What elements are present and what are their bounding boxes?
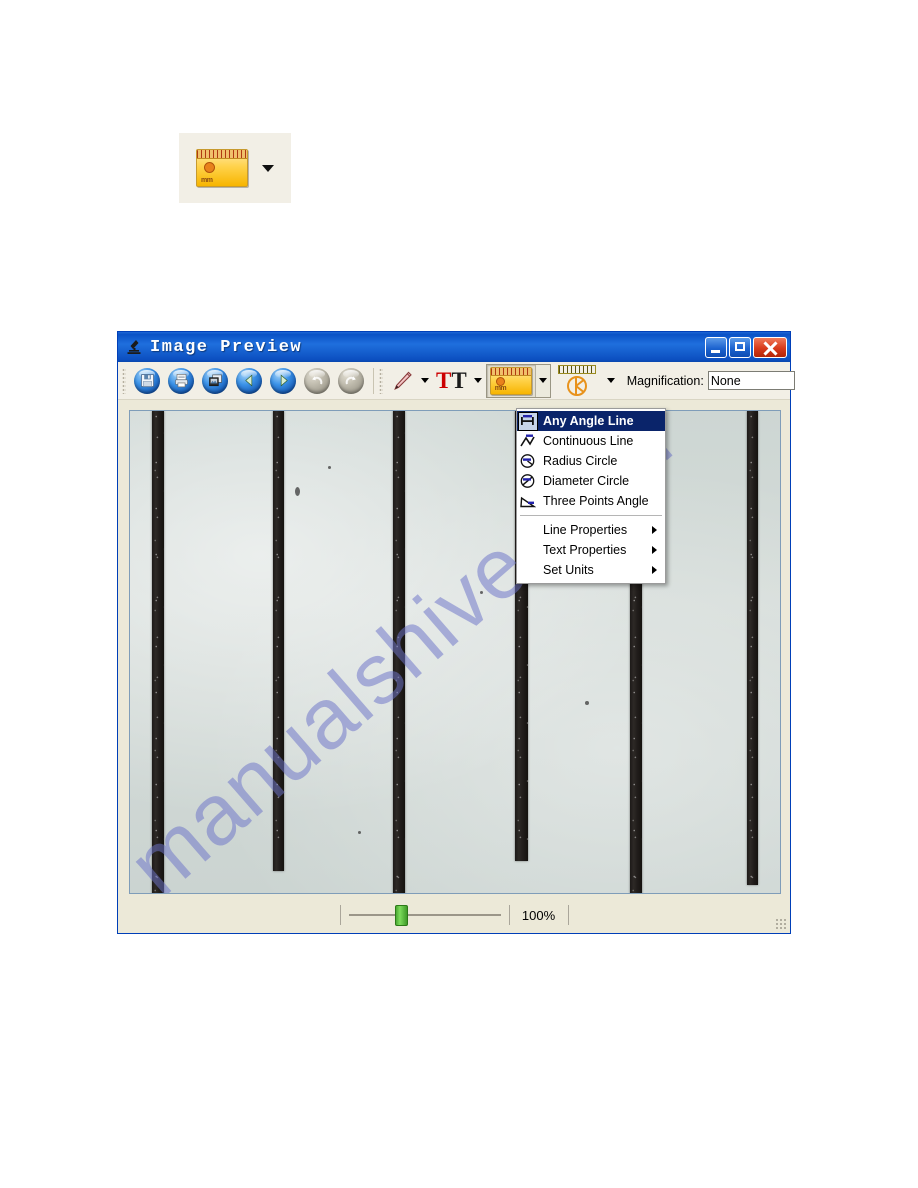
copy-button[interactable] xyxy=(199,366,231,396)
text-tool-button[interactable]: TT xyxy=(433,366,470,396)
menu-item-diameter-circle[interactable]: Diameter Circle xyxy=(517,471,665,491)
arrow-right-icon xyxy=(267,366,299,396)
menu-item-set-units[interactable]: Set Units xyxy=(517,560,665,580)
menu-item-label: Text Properties xyxy=(543,542,627,557)
toolbar: TT mm Magnification: None xyxy=(118,362,795,400)
menu-item-continuous-line[interactable]: Continuous Line xyxy=(517,431,665,451)
status-bar: 100% xyxy=(118,897,790,933)
print-button[interactable] xyxy=(165,366,197,396)
status-divider-mid xyxy=(508,905,510,925)
close-button[interactable] xyxy=(753,336,787,358)
photo-bar xyxy=(273,411,284,871)
window-controls xyxy=(705,336,787,358)
text-dropdown-arrow-icon[interactable] xyxy=(473,378,482,383)
menu-item-label: Three Points Angle xyxy=(543,493,649,508)
zoom-slider-track xyxy=(348,914,501,916)
menu-item-label: Radius Circle xyxy=(543,453,618,468)
arrow-left-icon xyxy=(233,366,265,396)
copy-image-icon xyxy=(199,366,231,396)
zoom-slider[interactable] xyxy=(348,904,501,926)
chevron-down-icon[interactable] xyxy=(262,164,274,172)
menu-item-three-points-angle[interactable]: Three Points Angle xyxy=(517,491,665,511)
menu-item-any-angle-line[interactable]: Any Angle Line xyxy=(517,411,665,431)
ruler-measure-icon: mm xyxy=(489,366,532,395)
printer-icon xyxy=(165,366,197,396)
maximize-button[interactable] xyxy=(729,336,751,358)
submenu-arrow-icon xyxy=(652,526,657,534)
three-points-angle-icon xyxy=(519,493,537,510)
photo-speck xyxy=(480,591,483,594)
pencil-dropdown-arrow-icon[interactable] xyxy=(421,378,429,383)
zoom-level-label: 100% xyxy=(521,907,556,923)
radius-circle-icon xyxy=(519,453,537,470)
resize-grip[interactable] xyxy=(775,918,787,930)
photo-speck xyxy=(585,701,589,705)
menu-item-label: Diameter Circle xyxy=(543,473,630,488)
floppy-disk-icon xyxy=(131,366,163,396)
magnification-input[interactable] xyxy=(707,371,795,390)
measure-dropdown-arrow[interactable] xyxy=(534,364,550,397)
pencil-tool-button[interactable] xyxy=(387,366,417,396)
save-button[interactable] xyxy=(131,366,163,396)
image-preview-window: Image Preview TT mm Magnification: None … xyxy=(117,331,795,934)
submenu-arrow-icon xyxy=(652,546,657,554)
toolbar-grip-2[interactable] xyxy=(379,367,383,394)
calibration-dropdown-arrow-icon[interactable] xyxy=(606,378,615,383)
toolbar-separator xyxy=(373,367,374,394)
minimize-icon xyxy=(711,349,720,353)
photo-bar xyxy=(747,411,758,885)
status-divider-right xyxy=(567,905,569,925)
pencil-icon xyxy=(390,369,414,393)
measurement-dropdown-menu[interactable]: Any Angle Line Continuous Line Radius Circ… xyxy=(516,408,666,584)
redo-button xyxy=(335,366,367,396)
ruler-center-dot-icon xyxy=(204,162,215,173)
submenu-arrow-icon xyxy=(652,566,657,574)
menu-item-radius-circle[interactable]: Radius Circle xyxy=(517,451,665,471)
ruler-ticks-icon xyxy=(197,150,247,159)
photo-speck xyxy=(295,487,300,496)
maximize-icon xyxy=(735,341,745,351)
undo-button xyxy=(301,366,333,396)
next-button[interactable] xyxy=(267,366,299,396)
image-canvas[interactable]: manualshive.com xyxy=(129,410,781,894)
title-bar: Image Preview xyxy=(118,332,790,362)
photo-bar xyxy=(152,411,164,893)
menu-items-group: Any Angle Line Continuous Line Radius Circ… xyxy=(517,411,665,511)
measure-tool-button[interactable]: mm xyxy=(487,366,535,396)
photo-speck xyxy=(358,831,361,834)
measurement-tool-widget: mm xyxy=(179,133,291,203)
tt-icon: TT xyxy=(436,368,467,393)
photo-bar xyxy=(393,411,405,893)
toolbar-grip[interactable] xyxy=(122,367,126,394)
redo-arrow-icon xyxy=(335,366,367,396)
window-title: Image Preview xyxy=(150,337,303,357)
menu-item-label: Line Properties xyxy=(543,522,628,537)
menu-item-label: Set Units xyxy=(543,562,594,577)
minimize-button[interactable] xyxy=(705,336,727,358)
previous-button[interactable] xyxy=(233,366,265,396)
ruler-unit-label-small: mm xyxy=(494,384,507,392)
menu-properties-group: Line Properties Text Properties Set Units xyxy=(517,520,665,580)
menu-item-text-properties[interactable]: Text Properties xyxy=(517,540,665,560)
preview-photo: manualshive.com xyxy=(130,411,780,893)
magnification-label: Magnification: xyxy=(626,373,704,388)
diameter-circle-icon xyxy=(519,473,537,490)
measurement-tool-button[interactable]: mm xyxy=(196,149,248,187)
ruler-k-icon xyxy=(554,364,600,398)
chevron-down-icon-2 xyxy=(538,378,547,383)
photo-speck xyxy=(328,466,331,469)
continuous-line-icon xyxy=(519,433,537,450)
status-divider-left xyxy=(339,905,341,925)
undo-arrow-icon xyxy=(301,366,333,396)
zoom-slider-thumb[interactable] xyxy=(394,905,408,926)
any-angle-line-icon xyxy=(518,411,538,431)
microscope-icon xyxy=(125,338,143,356)
measure-tool-split-button[interactable]: mm xyxy=(485,363,551,398)
menu-item-label: Continuous Line xyxy=(543,433,634,448)
menu-separator xyxy=(520,515,662,516)
ruler-unit-label: mm xyxy=(201,177,213,184)
calibration-tool-button[interactable] xyxy=(551,364,603,398)
menu-item-label: Any Angle Line xyxy=(543,413,634,428)
menu-item-line-properties[interactable]: Line Properties xyxy=(517,520,665,540)
